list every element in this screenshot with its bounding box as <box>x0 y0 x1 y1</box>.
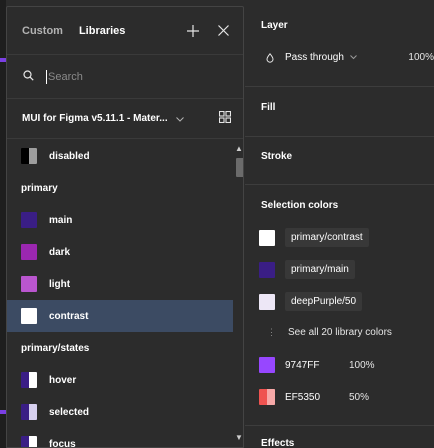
chevron-down-icon <box>175 114 184 124</box>
style-item-contrast[interactable]: contrast <box>7 300 233 332</box>
close-icon[interactable] <box>215 23 231 39</box>
more-icon: ⋮ <box>267 327 276 337</box>
color-swatch <box>21 212 37 228</box>
style-label: focus <box>49 438 76 448</box>
style-item-focus[interactable]: focus <box>7 428 233 448</box>
color-swatch[interactable] <box>259 229 275 246</box>
color-swatch[interactable] <box>259 293 275 310</box>
hex-value[interactable]: 9747FF <box>285 360 349 371</box>
color-swatch <box>21 244 37 260</box>
color-swatch <box>21 308 37 324</box>
divider <box>245 86 434 87</box>
style-item-dark[interactable]: dark <box>7 236 233 268</box>
list-scrollbar[interactable]: ▲ ▼ <box>233 140 243 447</box>
color-style-list: disabled primary main dark light contras… <box>7 140 233 448</box>
style-label: dark <box>49 246 71 258</box>
color-swatch[interactable] <box>259 357 275 373</box>
color-swatch <box>21 276 37 292</box>
color-swatch <box>21 404 37 420</box>
style-item-main[interactable]: main <box>7 204 233 236</box>
see-all-colors-link[interactable]: ⋮ See all 20 library colors <box>267 327 392 338</box>
tab-libraries[interactable]: Libraries <box>79 25 125 37</box>
stroke-section-title[interactable]: Stroke <box>261 151 292 162</box>
color-swatch <box>21 436 37 447</box>
selection-color-row[interactable]: deepPurple/50 <box>259 292 363 311</box>
layer-section-title: Layer <box>261 20 288 31</box>
library-name: MUI for Figma v5.11.1 - Mater... <box>22 113 168 124</box>
section-label: primary <box>21 182 58 194</box>
color-swatch <box>21 372 37 388</box>
divider <box>245 184 434 185</box>
style-label: selected <box>49 406 90 418</box>
effects-section-title[interactable]: Effects <box>261 438 294 448</box>
library-selector[interactable]: MUI for Figma v5.11.1 - Mater... <box>7 99 243 139</box>
tab-custom[interactable]: Custom <box>22 25 63 37</box>
style-label: main <box>49 214 73 226</box>
opacity-value[interactable]: 50% <box>349 392 369 403</box>
section-primary: primary <box>7 172 233 204</box>
opacity-value[interactable]: 100% <box>349 360 375 371</box>
divider <box>245 136 434 137</box>
search-icon <box>23 69 34 84</box>
plus-icon[interactable] <box>185 23 201 39</box>
blend-mode-dropdown[interactable]: Pass through <box>265 52 357 63</box>
style-chip[interactable]: primary/main <box>285 260 355 279</box>
color-swatch[interactable] <box>259 261 275 278</box>
section-primary-states: primary/states <box>7 332 233 364</box>
scroll-thumb[interactable] <box>236 158 243 177</box>
style-chip[interactable]: primary/contrast <box>285 228 369 247</box>
selection-colors-title: Selection colors <box>261 200 339 211</box>
search-input[interactable] <box>48 70 198 83</box>
layer-opacity-field[interactable]: 100% <box>408 52 434 63</box>
selection-color-row[interactable]: primary/contrast <box>259 228 369 247</box>
color-styles-popover: Custom Libraries MUI for Figma v5.11.1 -… <box>6 6 244 448</box>
divider <box>245 425 434 426</box>
raw-color-row[interactable]: 9747FF 100% <box>259 357 375 373</box>
style-item-hover[interactable]: hover <box>7 364 233 396</box>
style-chip[interactable]: deepPurple/50 <box>285 292 363 311</box>
style-label: hover <box>49 374 77 386</box>
raw-color-row[interactable]: EF5350 50% <box>259 389 369 405</box>
scroll-up-icon[interactable]: ▲ <box>235 144 243 153</box>
style-item-disabled[interactable]: disabled <box>7 140 233 172</box>
design-properties-panel: Layer Pass through 100% Fill Stroke Sele… <box>245 0 434 448</box>
droplet-icon <box>265 52 275 63</box>
color-swatch[interactable] <box>259 389 275 405</box>
swatch-alpha-half <box>267 389 275 405</box>
popover-header: Custom Libraries <box>7 7 243 55</box>
text-cursor <box>46 69 47 84</box>
chevron-down-icon <box>350 53 357 62</box>
blend-mode-value: Pass through <box>285 52 344 63</box>
section-label: primary/states <box>21 342 90 354</box>
style-label: light <box>49 278 71 290</box>
scroll-down-icon[interactable]: ▼ <box>235 433 243 442</box>
see-all-label: See all 20 library colors <box>288 327 392 338</box>
color-swatch <box>21 148 37 164</box>
fill-section-title[interactable]: Fill <box>261 102 275 113</box>
style-item-light[interactable]: light <box>7 268 233 300</box>
selection-color-row[interactable]: primary/main <box>259 260 355 279</box>
grid-view-icon[interactable] <box>218 110 232 126</box>
style-item-selected[interactable]: selected <box>7 396 233 428</box>
search-bar <box>7 55 243 99</box>
style-label: contrast <box>49 310 89 322</box>
style-label: disabled <box>49 150 90 162</box>
hex-value[interactable]: EF5350 <box>285 392 349 403</box>
